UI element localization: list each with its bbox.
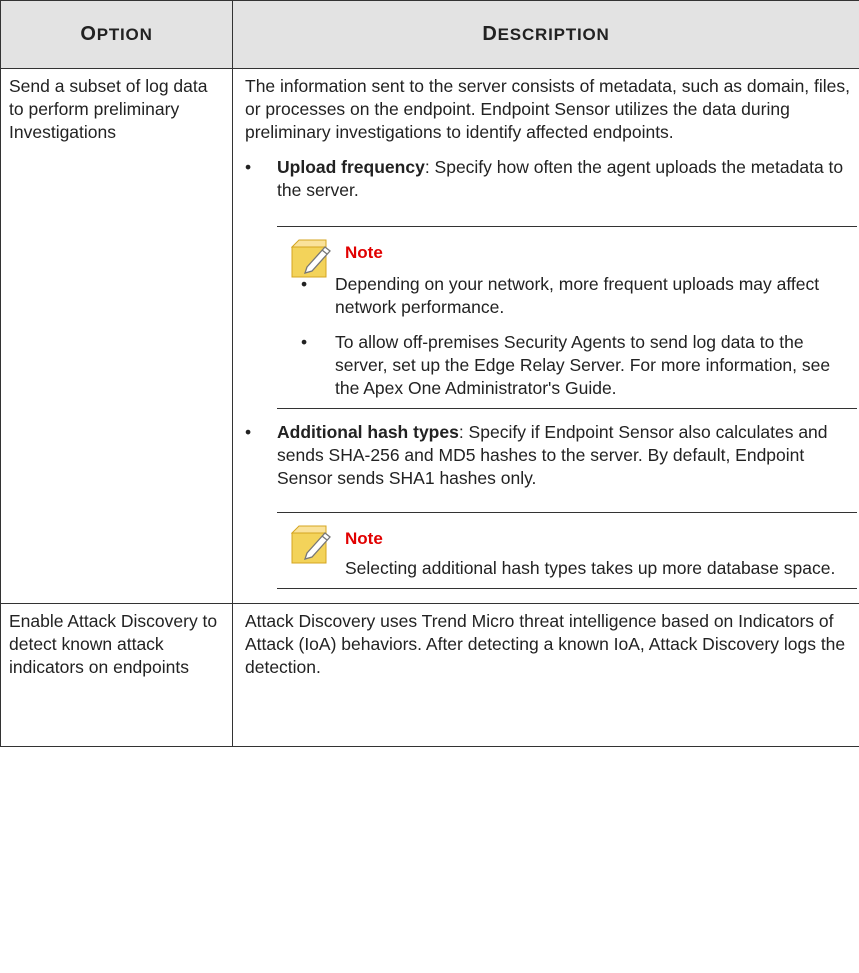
bullet-list: • Additional hash types: Specify if Endp…: [245, 421, 857, 490]
option-cell: Enable Attack Discovery to detect known …: [0, 603, 233, 747]
table-row: Enable Attack Discovery to detect known …: [0, 603, 859, 747]
header-label: DESCRIPTION: [482, 23, 610, 45]
header-description: DESCRIPTION: [232, 0, 859, 69]
header-label: OPTION: [80, 23, 153, 45]
note-item-text: To allow off-premises Security Agents to…: [335, 332, 831, 398]
bullet-glyph: •: [301, 332, 308, 352]
note-text: Selecting additional hash types takes up…: [345, 558, 836, 578]
bullet-list: • Upload frequency: Specify how often th…: [245, 156, 857, 202]
option-text: Enable Attack Discovery to detect known …: [9, 611, 218, 677]
option-cell: Send a subset of log data to perform pre…: [0, 68, 233, 604]
bullet-glyph: •: [245, 422, 252, 442]
bullet-glyph: •: [301, 274, 308, 294]
description-cell: Attack Discovery uses Trend Micro threat…: [232, 603, 859, 747]
note-title: Note: [345, 529, 383, 548]
note-box: Note Selecting additional hash types tak…: [277, 512, 857, 589]
list-item: • Upload frequency: Specify how often th…: [245, 156, 857, 202]
bullet-term: Upload frequency: [277, 157, 425, 177]
note-title: Note: [345, 243, 383, 262]
list-item: • Depending on your network, more freque…: [277, 273, 857, 319]
description-cell: The information sent to the server consi…: [232, 68, 859, 604]
bullet-glyph: •: [245, 157, 252, 177]
list-item: • Additional hash types: Specify if Endp…: [245, 421, 857, 490]
options-table: OPTION DESCRIPTION Send a subset of log …: [0, 0, 859, 747]
note-box: Note • Depending on your network, more f…: [277, 226, 857, 409]
note-pencil-icon: [291, 525, 331, 564]
table-header-row: OPTION DESCRIPTION: [0, 0, 859, 69]
header-option: OPTION: [0, 0, 233, 69]
description-text: Attack Discovery uses Trend Micro threat…: [245, 611, 846, 677]
list-item: • To allow off-premises Security Agents …: [277, 331, 857, 400]
note-item-text: Depending on your network, more frequent…: [335, 274, 820, 317]
option-text: Send a subset of log data to perform pre…: [9, 76, 208, 142]
table-row: Send a subset of log data to perform pre…: [0, 68, 859, 604]
bullet-term: Additional hash types: [277, 422, 459, 442]
note-list: • Depending on your network, more freque…: [277, 273, 857, 400]
description-intro: The information sent to the server consi…: [245, 76, 851, 142]
